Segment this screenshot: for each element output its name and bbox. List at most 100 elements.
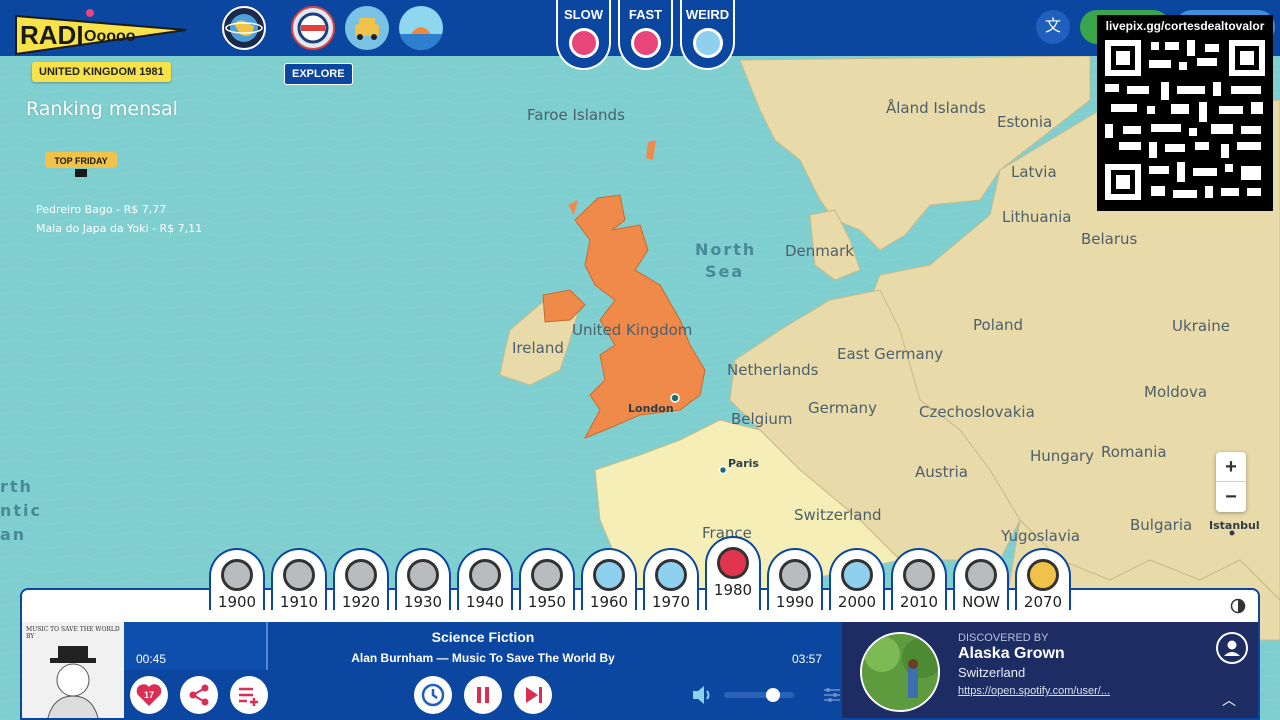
decade-tab-1980[interactable]: 1980 (705, 536, 761, 610)
volume-knob[interactable] (766, 688, 780, 702)
decade-ball (531, 559, 563, 591)
decade-year-label: 1970 (651, 593, 691, 611)
label-lithuania: Lithuania (1002, 208, 1072, 226)
zoom-control: + − (1216, 452, 1246, 512)
decade-tab-1910[interactable]: 1910 (271, 548, 327, 611)
decade-ball (903, 559, 935, 591)
decade-tab-1990[interactable]: 1990 (767, 548, 823, 611)
label-atlantic-3: an (0, 525, 27, 544)
volume-slider[interactable] (724, 688, 794, 702)
explore-button[interactable]: EXPLORE (284, 63, 353, 85)
share-icon[interactable] (180, 676, 218, 714)
svg-text:Ooooo: Ooooo (84, 28, 136, 45)
weird-label: WEIRD (685, 7, 730, 22)
history-icon[interactable] (414, 676, 452, 714)
label-belgium: Belgium (731, 410, 793, 428)
fast-mode-button[interactable]: FAST (618, 0, 673, 70)
globe-icon[interactable] (222, 6, 266, 50)
ranking-item-2: Mala do Japa da Yoki - R$ 7,11 (36, 222, 203, 235)
volume-icon[interactable] (690, 682, 716, 708)
slow-mode-button[interactable]: SLOW (556, 0, 611, 70)
qr-code (1101, 38, 1269, 202)
label-romania: Romania (1101, 443, 1167, 461)
discoverer-avatar (860, 632, 940, 712)
contrast-icon[interactable] (1230, 598, 1246, 614)
equalizer-icon[interactable] (822, 685, 842, 705)
like-button[interactable]: 17 (130, 676, 168, 714)
discovered-by-panel: DISCOVERED BY Alaska Grown Switzerland h… (842, 622, 1258, 718)
decade-tab-2010[interactable]: 2010 (891, 548, 947, 611)
weird-indicator (692, 28, 723, 58)
london-dot (670, 393, 680, 403)
decade-tab-1920[interactable]: 1920 (333, 548, 389, 611)
decade-tab-now[interactable]: NOW (953, 548, 1009, 611)
label-latvia: Latvia (1011, 163, 1057, 181)
decade-tab-1900[interactable]: 1900 (209, 548, 265, 611)
decade-ball (655, 559, 687, 591)
follow-user-icon[interactable] (1216, 632, 1248, 664)
qr-url: livepix.gg/cortesdealtovalor (1105, 19, 1265, 33)
zoom-in-button[interactable]: + (1216, 452, 1246, 482)
decade-ball (283, 559, 315, 591)
label-london[interactable]: London (628, 402, 674, 415)
label-austria: Austria (915, 463, 968, 481)
decade-ball (1027, 559, 1059, 591)
label-denmark: Denmark (785, 242, 854, 260)
decade-ball (965, 559, 997, 591)
label-bulgaria: Bulgaria (1130, 516, 1193, 534)
label-czechoslovakia: Czechoslovakia (919, 403, 1035, 421)
track-artist: Alan Burnham — Music To Save The World B… (351, 651, 615, 665)
decade-year-label: 2010 (899, 593, 939, 611)
discoverer-link[interactable]: https://open.spotify.com/user/... (958, 685, 1110, 697)
decade-year-label: 1950 (527, 593, 567, 611)
chevron-up-icon[interactable]: ︿ (1222, 690, 1236, 710)
weird-mode-button[interactable]: WEIRD (680, 0, 735, 70)
decade-year-label: 1900 (217, 593, 257, 611)
decade-ball (717, 547, 749, 579)
decade-year-label: 1940 (465, 593, 505, 611)
player-panel: MUSIC TO SAVE THE WORLD BY Science Ficti… (20, 588, 1260, 720)
fast-label: FAST (628, 7, 663, 22)
island-icon[interactable] (399, 6, 443, 50)
translate-icon[interactable]: 文 (1036, 10, 1070, 44)
label-north-sea-2: Sea (705, 262, 745, 281)
decade-tab-1930[interactable]: 1930 (395, 548, 451, 611)
decade-year-label: 1990 (775, 593, 815, 611)
taxi-icon[interactable] (345, 6, 389, 50)
decade-ball (779, 559, 811, 591)
decade-year-label: 1980 (713, 581, 753, 599)
decade-ball (345, 559, 377, 591)
progress-bar[interactable]: Science Fiction Alan Burnham — Music To … (124, 622, 842, 670)
sponsor-logo: TOP FRIDAY (45, 152, 117, 177)
decade-tab-1970[interactable]: 1970 (643, 548, 699, 611)
taxi-meter-icon[interactable] (291, 6, 335, 50)
label-poland: Poland (973, 316, 1024, 334)
label-north-sea-1: North (695, 240, 757, 259)
decade-tab-2000[interactable]: 2000 (829, 548, 885, 611)
label-switzerland: Switzerland (794, 506, 882, 524)
zoom-out-button[interactable]: − (1216, 482, 1246, 512)
donation-qr-panel: livepix.gg/cortesdealtovalor (1097, 15, 1273, 211)
decade-tab-2070[interactable]: 2070 (1015, 548, 1071, 611)
fast-indicator (630, 28, 661, 58)
player-controls: 17 (124, 670, 842, 718)
decade-ball (593, 559, 625, 591)
decade-tab-1950[interactable]: 1950 (519, 548, 575, 611)
svg-text:RADI: RADI (20, 20, 84, 50)
decade-ball (407, 559, 439, 591)
sponsor-logo-text: TOP FRIDAY (54, 156, 107, 166)
decade-year-label: 1930 (403, 593, 443, 611)
decade-tab-1940[interactable]: 1940 (457, 548, 513, 611)
add-to-playlist-icon[interactable] (230, 676, 268, 714)
decade-tab-1960[interactable]: 1960 (581, 548, 637, 611)
label-istanbul[interactable]: Istanbul (1209, 519, 1260, 532)
label-paris[interactable]: Paris (728, 457, 759, 470)
decade-year-label: 2000 (837, 593, 877, 611)
next-button[interactable] (514, 676, 552, 714)
label-atlantic-2: ntic (0, 501, 43, 520)
slow-label: SLOW (564, 7, 603, 22)
pause-button[interactable] (464, 676, 502, 714)
label-east-germany: East Germany (837, 345, 944, 363)
label-ukraine: Ukraine (1172, 317, 1230, 335)
radiooooo-logo[interactable]: RADI Ooooo (14, 8, 190, 60)
